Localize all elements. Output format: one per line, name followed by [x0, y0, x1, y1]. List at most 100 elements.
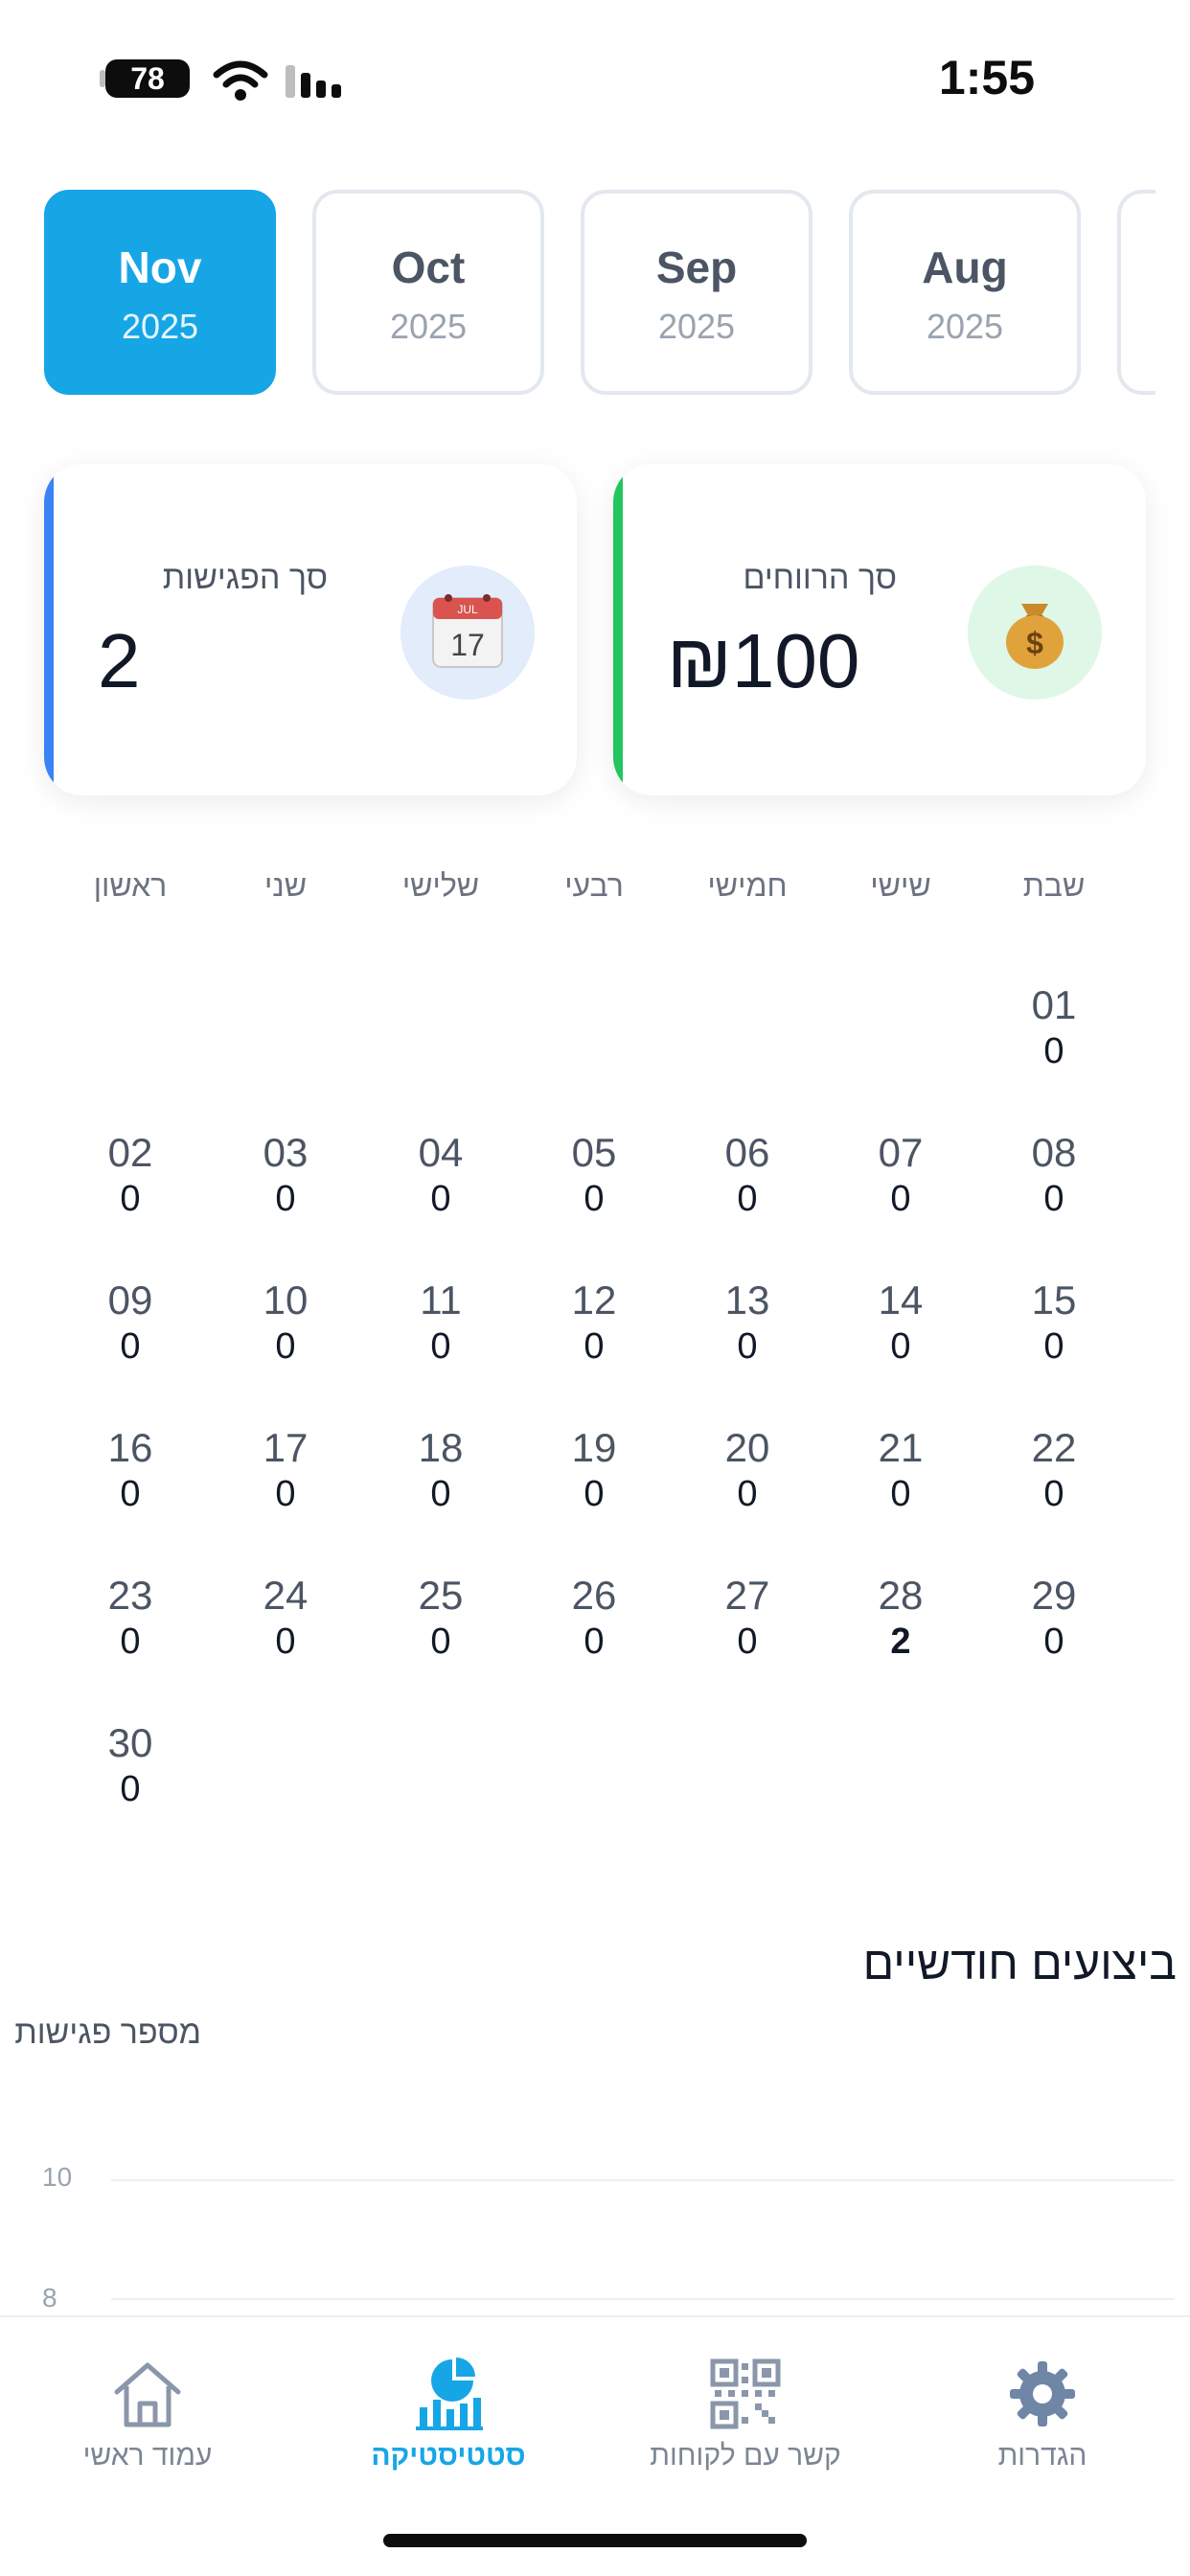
meeting-count: 0	[737, 1474, 758, 1514]
calendar-day-cell[interactable]: 14 0	[834, 1276, 968, 1368]
day-number: 10	[263, 1277, 309, 1322]
home-icon	[114, 2362, 181, 2427]
calendar-day-cell[interactable]: 13 0	[680, 1276, 814, 1368]
home-indicator	[383, 2534, 807, 2547]
month-chip-next-partial[interactable]	[1117, 190, 1156, 395]
day-number: 19	[571, 1425, 617, 1470]
nav-label: הגדרות	[997, 2440, 1087, 2472]
calendar-day-cell[interactable]: 30 0	[63, 1719, 197, 1811]
month-chip-aug[interactable]: Aug 2025	[849, 190, 1081, 395]
meeting-count: 0	[120, 1179, 141, 1219]
calendar-day-cell[interactable]: 08 0	[987, 1129, 1121, 1221]
weekday-tuesday: שלישי	[401, 868, 480, 903]
nav-item-home[interactable]: עמוד ראשי	[4, 2356, 291, 2472]
calendar-day-cell[interactable]: 19 0	[527, 1424, 661, 1516]
meeting-count: 0	[1043, 1179, 1064, 1219]
total-revenue-label: סך הרווחים	[743, 560, 897, 596]
calendar-icon: JUL 17	[432, 594, 503, 668]
calendar-day-cell[interactable]: 07 0	[834, 1129, 968, 1221]
calendar-day-cell[interactable]: 05 0	[527, 1129, 661, 1221]
calendar-day-cell[interactable]: 18 0	[374, 1424, 508, 1516]
meeting-count: 0	[430, 1179, 451, 1219]
day-number: 13	[724, 1277, 770, 1322]
meeting-count: 0	[1043, 1031, 1064, 1071]
nav-label: עמוד ראשי	[82, 2440, 213, 2472]
calendar-day-cell[interactable]: 21 0	[834, 1424, 968, 1516]
calendar-icon-badge: JUL 17	[400, 565, 535, 700]
calendar-day-cell[interactable]: 24 0	[218, 1572, 353, 1664]
qr-code-icon	[710, 2358, 781, 2429]
meeting-count: 0	[120, 1769, 141, 1809]
money-bag-icon-badge: $	[968, 565, 1102, 700]
weekday-saturday: שבת	[1022, 868, 1086, 903]
calendar-day-cell[interactable]: 16 0	[63, 1424, 197, 1516]
total-revenue-card: סך הרווחים ₪100 $	[613, 464, 1146, 795]
calendar-day-cell[interactable]: 03 0	[218, 1129, 353, 1221]
day-number: 22	[1031, 1425, 1077, 1470]
calendar-day-cell[interactable]: 06 0	[680, 1129, 814, 1221]
card-accent-stripe	[613, 464, 623, 795]
calendar-day-cell[interactable]: 11 0	[374, 1276, 508, 1368]
total-meetings-value: 2	[98, 618, 141, 703]
meeting-count: 0	[890, 1474, 911, 1514]
calendar-day-cell[interactable]: 12 0	[527, 1276, 661, 1368]
day-number: 24	[263, 1573, 309, 1618]
day-number: 17	[263, 1425, 309, 1470]
battery-indicator: 78	[105, 59, 190, 98]
meeting-count: 0	[737, 1326, 758, 1367]
weekday-monday: שני	[263, 868, 308, 903]
day-number: 14	[878, 1277, 924, 1322]
nav-item-statistics[interactable]: סטטיסטיקה	[305, 2356, 592, 2472]
day-number: 25	[418, 1573, 464, 1618]
calendar-day-cell[interactable]: 17 0	[218, 1424, 353, 1516]
day-number: 15	[1031, 1277, 1077, 1322]
card-accent-stripe	[44, 464, 54, 795]
calendar-day-cell[interactable]: 26 0	[527, 1572, 661, 1664]
month-name: Oct	[391, 242, 466, 292]
calendar-day-cell[interactable]: 23 0	[63, 1572, 197, 1664]
month-year: 2025	[121, 307, 199, 346]
day-number: 12	[571, 1277, 617, 1322]
calendar-day-cell[interactable]: 25 0	[374, 1572, 508, 1664]
svg-text:$: $	[1026, 626, 1043, 660]
meeting-count: 0	[275, 1622, 296, 1662]
nav-item-settings[interactable]: הגדרות	[899, 2356, 1186, 2472]
calendar-day-cell[interactable]: 09 0	[63, 1276, 197, 1368]
calendar-day-cell[interactable]: 20 0	[680, 1424, 814, 1516]
nav-label: סטטיסטיקה	[371, 2440, 526, 2472]
month-chip-sep[interactable]: Sep 2025	[581, 190, 812, 395]
gridline	[111, 2179, 1175, 2181]
meeting-count: 0	[1043, 1474, 1064, 1514]
calendar-day-cell[interactable]: 15 0	[987, 1276, 1121, 1368]
cellular-signal-icon	[286, 65, 341, 98]
day-number: 20	[724, 1425, 770, 1470]
calendar-day-cell[interactable]: 04 0	[374, 1129, 508, 1221]
svg-text:17: 17	[450, 628, 485, 662]
meeting-count: 0	[275, 1474, 296, 1514]
y-axis-title: מספר פגישות	[14, 2014, 201, 2051]
meeting-count: 0	[120, 1622, 141, 1662]
day-number: 06	[724, 1130, 770, 1175]
month-chip-oct[interactable]: Oct 2025	[312, 190, 544, 395]
calendar-day-cell[interactable]: 01 0	[987, 981, 1121, 1073]
meeting-count: 0	[584, 1179, 605, 1219]
calendar-day-cell[interactable]: 02 0	[63, 1129, 197, 1221]
meeting-count: 0	[584, 1326, 605, 1367]
month-chip-nov[interactable]: Nov 2025	[44, 190, 276, 395]
svg-text:JUL: JUL	[457, 603, 478, 616]
calendar-day-cell[interactable]: 27 0	[680, 1572, 814, 1664]
meeting-count: 2	[890, 1622, 911, 1662]
month-selector: Nov 2025 Oct 2025 Sep 2025 Aug 2025	[0, 190, 1190, 401]
meeting-count: 0	[737, 1179, 758, 1219]
calendar-day-cell[interactable]: 29 0	[987, 1572, 1121, 1664]
calendar-day-cell[interactable]: 10 0	[218, 1276, 353, 1368]
day-number: 03	[263, 1130, 309, 1175]
calendar-day-cell[interactable]: 22 0	[987, 1424, 1121, 1516]
day-number: 11	[420, 1277, 462, 1322]
gridline	[111, 2298, 1175, 2300]
calendar-day-cell[interactable]: 28 2	[834, 1572, 968, 1664]
gear-icon	[1010, 2361, 1075, 2426]
meeting-count: 0	[430, 1326, 451, 1367]
nav-item-customer-contact[interactable]: קשר עם לקוחות	[602, 2356, 889, 2472]
day-number: 26	[571, 1573, 617, 1618]
